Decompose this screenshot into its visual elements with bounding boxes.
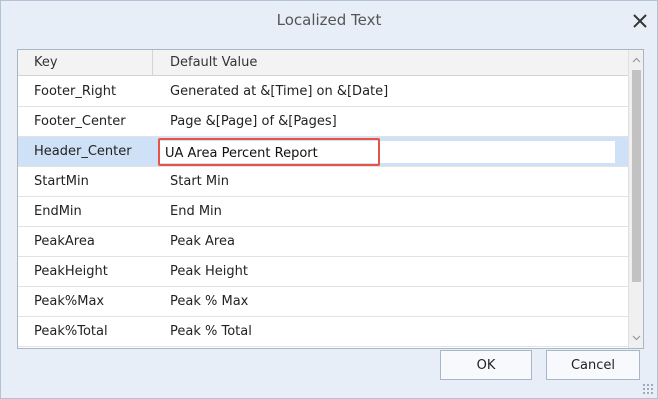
ok-button[interactable]: OK xyxy=(440,350,532,380)
localized-text-grid: Key Default Value Footer_Right Generated … xyxy=(17,49,644,349)
cancel-button[interactable]: Cancel xyxy=(546,350,640,380)
value-cell[interactable]: Page &[Page] of &[Pages] xyxy=(154,107,629,137)
key-cell: Header_Center xyxy=(34,144,132,159)
chevron-down-icon[interactable] xyxy=(629,330,643,346)
table-row[interactable]: PeakHeight Peak Height xyxy=(18,257,629,287)
key-cell: EndMin xyxy=(34,204,82,219)
table-row[interactable]: Footer_Center Page &[Page] of &[Pages] xyxy=(18,107,629,137)
table-row[interactable]: Peak%Max Peak % Max xyxy=(18,287,629,317)
key-cell: PeakArea xyxy=(34,234,95,249)
value-cell[interactable]: Peak Height xyxy=(154,257,629,287)
title-bar: Localized Text xyxy=(1,1,657,41)
value-cell[interactable]: End Min xyxy=(154,197,629,227)
table-row[interactable]: Footer_Right Generated at &[Time] on &[Da… xyxy=(18,77,629,107)
chevron-up-icon[interactable] xyxy=(629,52,643,68)
value-cell[interactable]: Generated at &[Time] on &[Date] xyxy=(154,77,629,107)
scrollbar-thumb[interactable] xyxy=(632,70,641,282)
table-row[interactable]: EndMin End Min xyxy=(18,197,629,227)
key-cell: StartMin xyxy=(34,174,89,189)
column-header-default-value[interactable]: Default Value xyxy=(154,50,629,76)
key-cell: Peak%Max xyxy=(34,294,105,309)
value-cell[interactable]: Peak Area xyxy=(154,227,629,257)
key-cell: Peak%Total xyxy=(34,324,108,339)
localized-text-dialog: Localized Text Key Default Value Footer_… xyxy=(0,0,658,399)
value-editor xyxy=(159,141,615,164)
value-cell[interactable]: Start Min xyxy=(154,167,629,197)
table-header: Key Default Value xyxy=(18,50,629,76)
dialog-title: Localized Text xyxy=(276,11,382,29)
table-body: Footer_Right Generated at &[Time] on &[Da… xyxy=(18,77,629,347)
value-cell[interactable]: Peak % Total xyxy=(154,317,629,347)
table-row[interactable]: StartMin Start Min xyxy=(18,167,629,197)
value-cell[interactable]: Peak % Max xyxy=(154,287,629,317)
key-cell: PeakHeight xyxy=(34,264,108,279)
vertical-scrollbar[interactable] xyxy=(628,50,643,348)
key-cell: Footer_Right xyxy=(34,84,117,99)
table-row[interactable]: Header_Center xyxy=(18,137,629,167)
table-row[interactable]: PeakArea Peak Area xyxy=(18,227,629,257)
table-row[interactable]: Peak%Total Peak % Total xyxy=(18,317,629,347)
value-edit-input[interactable] xyxy=(160,142,380,164)
close-icon[interactable] xyxy=(629,10,651,32)
resize-grip-icon[interactable] xyxy=(642,383,654,395)
key-cell: Footer_Center xyxy=(34,114,126,129)
column-header-key[interactable]: Key xyxy=(18,50,153,76)
